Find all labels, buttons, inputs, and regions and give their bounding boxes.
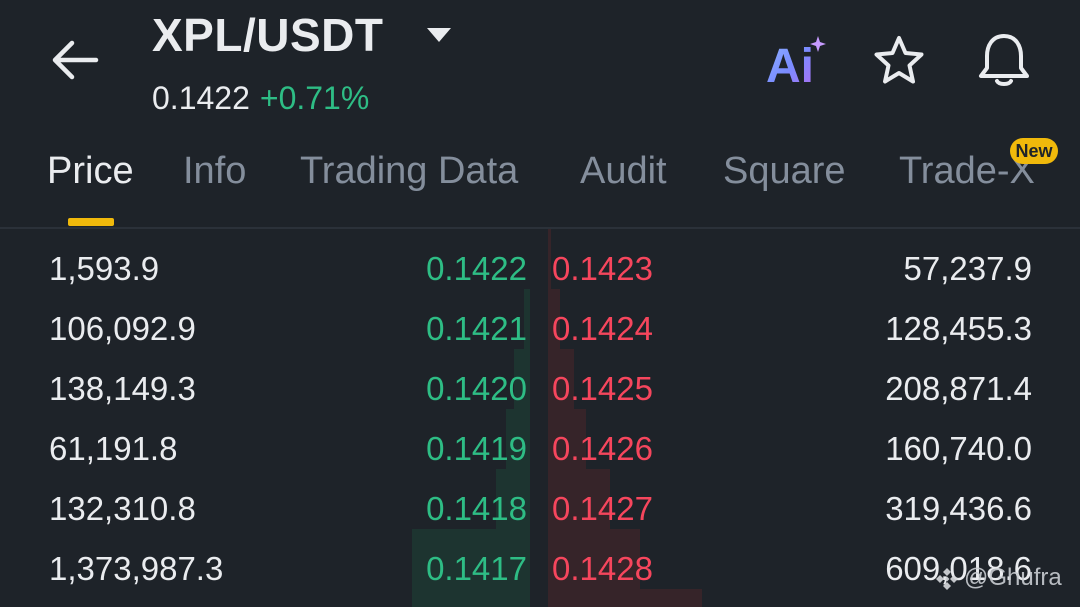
svg-text:Ai: Ai	[766, 40, 814, 86]
order-book-row[interactable]: 1,593.9 0.1422 0.1423 57,237.9	[0, 236, 1080, 296]
star-icon[interactable]	[872, 34, 926, 88]
order-book-row[interactable]: 106,092.9 0.1421 0.1424 128,455.3	[0, 296, 1080, 356]
caret-down-icon[interactable]	[425, 26, 453, 44]
back-arrow-icon[interactable]	[50, 38, 100, 82]
order-book-row[interactable]: 1,373,987.3 0.1417 0.1428 609,018.6	[0, 536, 1080, 596]
order-book-row[interactable]: 132,310.8 0.1418 0.1427 319,436.6	[0, 476, 1080, 536]
bid-price: 0.1422	[426, 250, 527, 287]
tab-trading-data[interactable]: Trading Data	[300, 150, 518, 193]
bid-price: 0.1419	[426, 430, 527, 467]
tab-price[interactable]: Price	[47, 150, 134, 193]
order-book-row[interactable]: 61,191.8 0.1419 0.1426 160,740.0	[0, 416, 1080, 476]
bid-quantity: 1,373,987.3	[49, 550, 224, 587]
ask-quantity: 160,740.0	[885, 430, 1032, 467]
bid-price: 0.1417	[426, 550, 527, 587]
tab-square[interactable]: Square	[723, 150, 846, 193]
bell-icon[interactable]	[976, 30, 1032, 88]
watermark: @Ghufra	[934, 564, 1062, 592]
binance-logo-icon	[936, 567, 958, 590]
bid-quantity: 61,191.8	[49, 430, 178, 467]
ask-price: 0.1425	[552, 370, 653, 407]
bid-quantity: 138,149.3	[49, 370, 196, 407]
ask-price: 0.1427	[552, 490, 653, 527]
tab-info[interactable]: Info	[183, 150, 246, 193]
tab-audit[interactable]: Audit	[580, 150, 667, 193]
watermark-text: @Ghufra	[964, 564, 1062, 591]
ask-price: 0.1426	[552, 430, 653, 467]
bid-price: 0.1421	[426, 310, 527, 347]
price-change: +0.71%	[259, 80, 370, 116]
tab-bar: Price Info Trading Data Audit Square Tra…	[0, 140, 1080, 228]
ai-icon[interactable]: Ai	[764, 34, 830, 86]
ask-quantity: 208,871.4	[885, 370, 1032, 407]
last-price: 0.1422	[152, 80, 250, 116]
bid-quantity: 106,092.9	[49, 310, 196, 347]
price-line: 0.1422 +0.71%	[152, 80, 369, 117]
order-book-row[interactable]: 138,149.3 0.1420 0.1425 208,871.4	[0, 356, 1080, 416]
ask-quantity: 319,436.6	[885, 490, 1032, 527]
ask-quantity: 57,237.9	[903, 250, 1032, 287]
ask-price: 0.1423	[552, 250, 653, 287]
bid-price: 0.1418	[426, 490, 527, 527]
ask-quantity: 128,455.3	[885, 310, 1032, 347]
active-tab-indicator	[68, 218, 114, 226]
pair-title[interactable]: XPL/USDT	[152, 8, 383, 62]
header: XPL/USDT 0.1422 +0.71% Ai	[0, 0, 1080, 140]
ask-price: 0.1428	[552, 550, 653, 587]
bid-price: 0.1420	[426, 370, 527, 407]
ask-price: 0.1424	[552, 310, 653, 347]
new-badge: New	[1010, 138, 1058, 164]
bid-quantity: 1,593.9	[49, 250, 160, 287]
bid-quantity: 132,310.8	[49, 490, 196, 527]
